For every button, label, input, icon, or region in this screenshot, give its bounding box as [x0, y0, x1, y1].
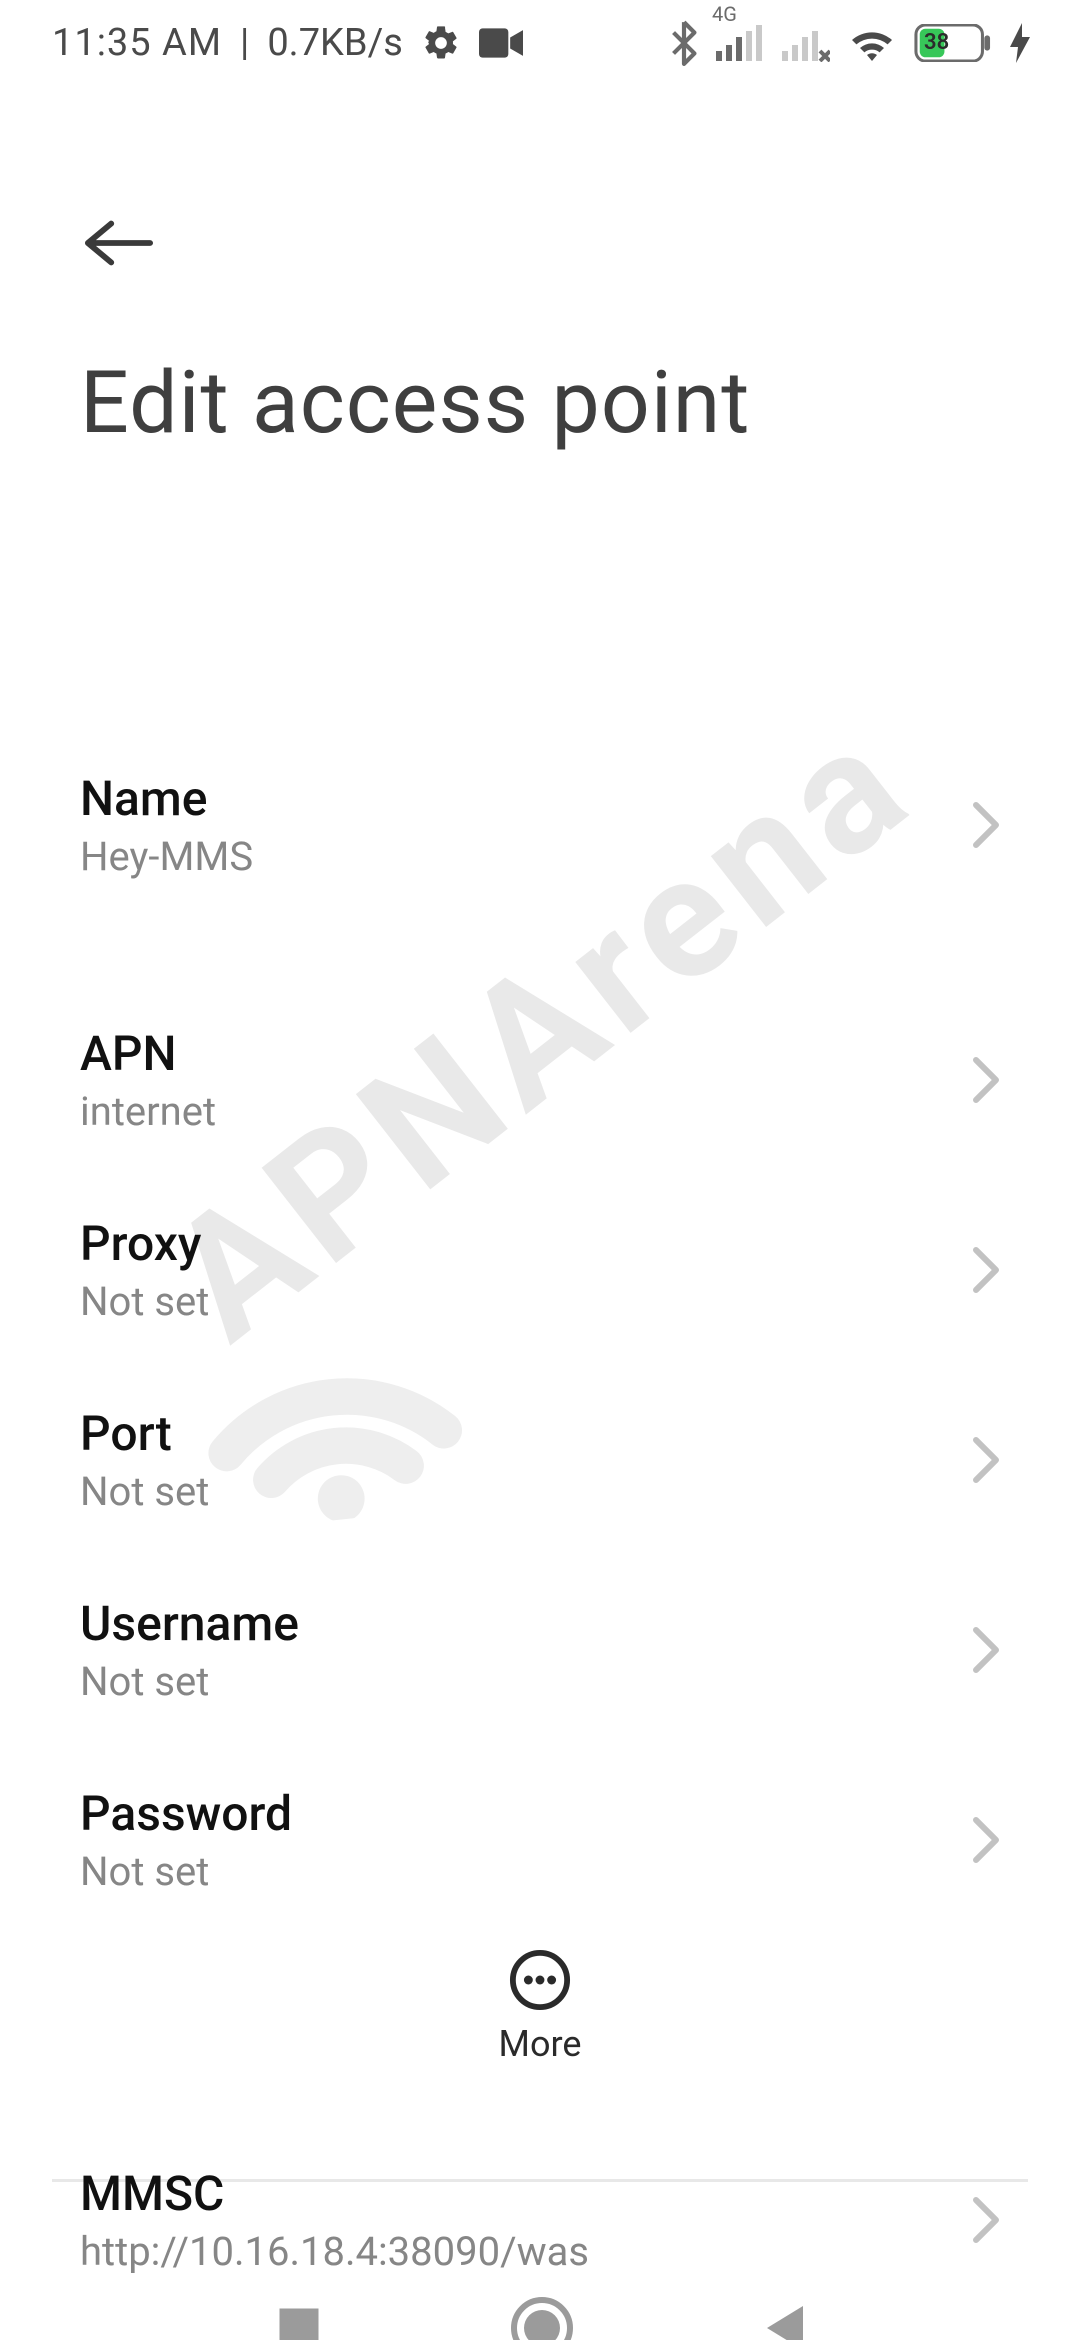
- header: Edit access point: [0, 204, 1080, 453]
- row-mmsc-title: MMSC: [80, 2165, 589, 2222]
- row-apn-value: internet: [80, 1088, 216, 1135]
- settings-list: Name Hey-MMS APN internet Proxy Not set …: [0, 751, 1080, 2340]
- row-name-value: Hey-MMS: [80, 833, 253, 880]
- arrow-left-icon: [84, 217, 154, 269]
- battery-icon: 38: [914, 24, 992, 62]
- status-separator: |: [240, 21, 249, 65]
- signal-4g-icon: 4G: [716, 24, 764, 62]
- row-apn[interactable]: APN internet: [80, 985, 1000, 1175]
- bottom-dock: More: [0, 1927, 1080, 2087]
- status-bar: 11:35 AM | 0.7KB/s 4G: [0, 0, 1080, 86]
- chevron-right-icon: [972, 1436, 1000, 1484]
- chevron-right-icon: [972, 1246, 1000, 1294]
- row-password-value: Not set: [80, 1848, 292, 1895]
- row-proxy[interactable]: Proxy Not set: [80, 1175, 1000, 1365]
- battery-percent: 38: [924, 30, 949, 55]
- row-proxy-value: Not set: [80, 1278, 209, 1325]
- nav-back-button[interactable]: [759, 2302, 807, 2340]
- row-port[interactable]: Port Not set: [80, 1365, 1000, 1555]
- gear-icon: [421, 23, 461, 63]
- row-proxy-title: Proxy: [80, 1215, 209, 1272]
- video-camera-icon: [479, 28, 523, 58]
- row-password-title: Password: [80, 1785, 292, 1842]
- chevron-right-icon: [972, 1056, 1000, 1104]
- row-port-title: Port: [80, 1405, 209, 1462]
- more-button[interactable]: More: [499, 1949, 582, 2065]
- nav-home-button[interactable]: [510, 2296, 574, 2340]
- row-username[interactable]: Username Not set: [80, 1555, 1000, 1745]
- row-apn-title: APN: [80, 1025, 216, 1082]
- signal-4g-label: 4G: [712, 2, 737, 26]
- wifi-icon: [848, 24, 896, 62]
- row-username-value: Not set: [80, 1658, 299, 1705]
- more-button-label: More: [499, 2023, 582, 2065]
- row-name-title: Name: [80, 770, 253, 827]
- row-name[interactable]: Name Hey-MMS: [80, 751, 1000, 919]
- nav-bar: [0, 2249, 1080, 2340]
- chevron-right-icon: [972, 1626, 1000, 1674]
- nav-recent-button[interactable]: [273, 2302, 325, 2340]
- ellipsis-circle-icon: [509, 1949, 571, 2011]
- bluetooth-icon: [670, 20, 698, 66]
- chevron-right-icon: [972, 801, 1000, 849]
- status-time: 11:35 AM: [52, 21, 222, 65]
- page-title: Edit access point: [80, 352, 1000, 453]
- row-password[interactable]: Password Not set: [80, 1745, 1000, 1935]
- back-button[interactable]: [80, 204, 158, 282]
- chevron-right-icon: [972, 2196, 1000, 2244]
- charging-bolt-icon: [1010, 23, 1030, 63]
- signal-no-sim-icon: [782, 24, 830, 62]
- chevron-right-icon: [972, 1816, 1000, 1864]
- row-port-value: Not set: [80, 1468, 209, 1515]
- row-username-title: Username: [80, 1595, 299, 1652]
- status-net-rate: 0.7KB/s: [267, 21, 403, 65]
